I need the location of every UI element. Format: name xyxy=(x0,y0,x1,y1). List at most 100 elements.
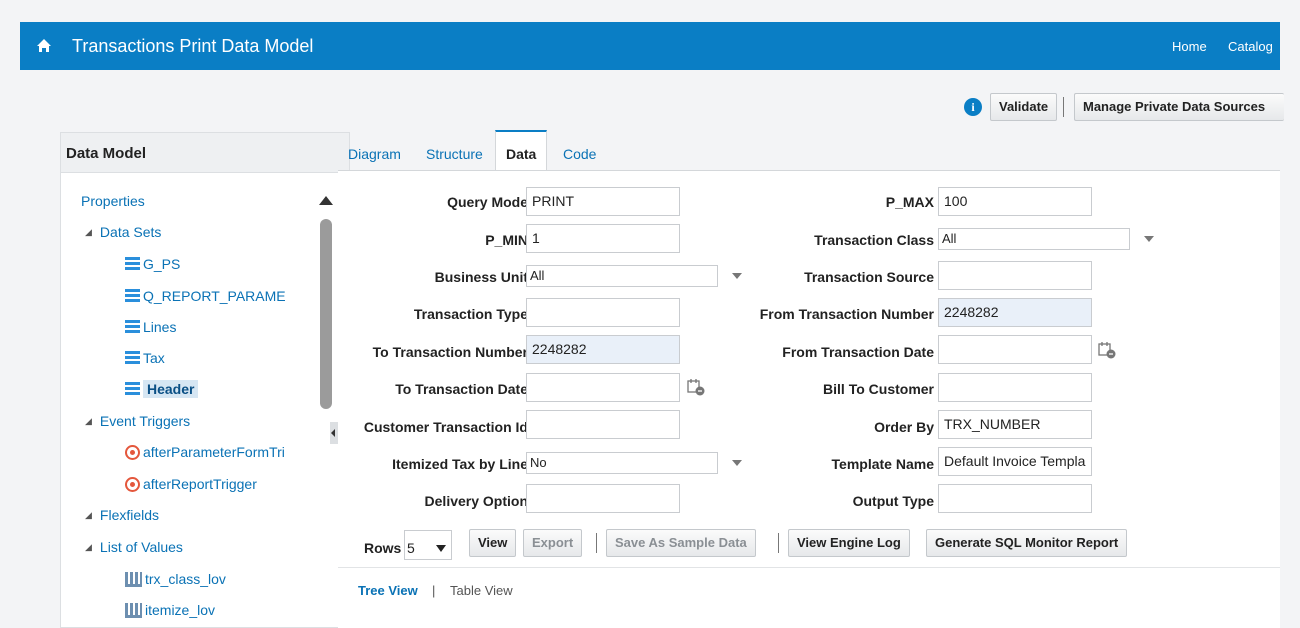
tab-data[interactable]: Data xyxy=(495,130,548,171)
calendar-icon[interactable] xyxy=(687,378,705,396)
p-min-input[interactable]: 1 xyxy=(526,224,680,253)
scrollbar-thumb[interactable] xyxy=(320,219,332,409)
tree-item-tax[interactable]: Tax xyxy=(125,350,165,366)
transaction-class-label: Transaction Class xyxy=(814,232,934,248)
tree-item-after-param-trigger[interactable]: afterParameterFormTri xyxy=(125,444,285,460)
to-transaction-date-label: To Transaction Date xyxy=(395,381,528,397)
tree-item-label: G_PS xyxy=(143,256,181,272)
business-unit-label: Business Unit xyxy=(434,269,528,285)
from-transaction-number-input[interactable]: 2248282 xyxy=(938,298,1092,327)
calendar-icon[interactable] xyxy=(1098,341,1116,359)
trigger-icon xyxy=(125,477,140,492)
p-max-label: P_MAX xyxy=(885,194,934,210)
business-unit-select[interactable]: All xyxy=(526,265,718,287)
tree-item-header[interactable]: Header xyxy=(125,380,199,398)
page-title: Transactions Print Data Model xyxy=(72,36,314,56)
lov-icon xyxy=(125,603,142,618)
save-sample-data-button[interactable]: Save As Sample Data xyxy=(606,529,756,557)
dataset-icon xyxy=(125,289,140,303)
tree-item-q-report-params[interactable]: Q_REPORT_PARAME xyxy=(125,288,286,304)
tree-item-label: trx_class_lov xyxy=(145,571,226,587)
tree-view-link[interactable]: Tree View xyxy=(358,583,418,598)
expand-triangle-icon[interactable]: ◢ xyxy=(85,510,92,521)
bill-to-customer-input[interactable] xyxy=(938,373,1092,402)
tree-item-label: Data Sets xyxy=(99,224,162,240)
nav-catalog-link[interactable]: Catalog xyxy=(1228,39,1273,54)
transaction-class-select[interactable]: All xyxy=(938,228,1130,250)
p-max-input[interactable]: 100 xyxy=(938,187,1092,216)
itemized-tax-select[interactable]: No xyxy=(526,452,718,474)
tree-item-label: Properties xyxy=(81,193,145,209)
action-separator xyxy=(778,533,779,553)
view-engine-log-button[interactable]: View Engine Log xyxy=(788,529,910,557)
rows-label: Rows xyxy=(364,540,402,556)
panel-splitter-collapse-icon[interactable] xyxy=(330,422,338,444)
dataset-icon xyxy=(125,257,140,271)
tree-item-trx-class-lov[interactable]: trx_class_lov xyxy=(125,571,226,587)
data-panel: Query Mode PRINT P_MIN 1 Business Unit A… xyxy=(338,170,1280,628)
tree-item-label: Tax xyxy=(143,350,165,366)
dataset-icon xyxy=(125,351,140,365)
table-view-link[interactable]: Table View xyxy=(450,583,513,598)
action-separator xyxy=(596,533,597,553)
from-transaction-date-input[interactable] xyxy=(938,335,1092,364)
output-type-label: Output Type xyxy=(852,493,934,509)
tree-item-label: Lines xyxy=(143,319,177,335)
template-name-label: Template Name xyxy=(831,456,934,472)
export-button[interactable]: Export xyxy=(523,529,583,557)
scroll-up-arrow-icon[interactable] xyxy=(319,196,333,205)
lov-icon xyxy=(125,572,142,587)
tree-item-data-sets[interactable]: ◢ Data Sets xyxy=(85,224,161,240)
view-separator: | xyxy=(432,583,436,598)
dropdown-arrow-icon[interactable] xyxy=(436,545,446,552)
tree-item-event-triggers[interactable]: ◢ Event Triggers xyxy=(85,413,190,429)
tree-item-properties[interactable]: Properties xyxy=(81,193,145,209)
tree-item-after-report-trigger[interactable]: afterReportTrigger xyxy=(125,476,257,492)
expand-triangle-icon[interactable]: ◢ xyxy=(85,416,92,427)
tree-item-label: Flexfields xyxy=(99,507,160,523)
tree-item-itemize-lov[interactable]: itemize_lov xyxy=(125,602,215,618)
dropdown-arrow-icon[interactable] xyxy=(732,273,742,279)
order-by-label: Order By xyxy=(874,419,934,435)
to-transaction-number-label: To Transaction Number xyxy=(372,344,528,360)
info-icon[interactable]: i xyxy=(964,98,982,116)
manage-data-sources-button[interactable]: Manage Private Data Sources xyxy=(1074,93,1284,121)
validate-button[interactable]: Validate xyxy=(990,93,1058,121)
tree-item-label: afterReportTrigger xyxy=(143,476,257,492)
tab-diagram[interactable]: Diagram xyxy=(348,146,401,162)
tree-item-label: Header xyxy=(143,380,199,398)
toolbar-separator xyxy=(1063,97,1064,117)
from-transaction-date-label: From Transaction Date xyxy=(782,344,934,360)
view-button[interactable]: View xyxy=(469,529,517,557)
transaction-type-input[interactable] xyxy=(526,298,680,327)
tree-item-g-ps[interactable]: G_PS xyxy=(125,256,180,272)
generate-sql-monitor-button[interactable]: Generate SQL Monitor Report xyxy=(926,529,1128,557)
tree-item-list-of-values[interactable]: ◢ List of Values xyxy=(85,539,183,555)
template-name-input[interactable]: Default Invoice Templa xyxy=(938,447,1092,476)
expand-triangle-icon[interactable]: ◢ xyxy=(85,542,92,553)
data-model-panel: Data Model Properties ◢ Data Sets G_PS Q_… xyxy=(60,132,350,628)
dropdown-arrow-icon[interactable] xyxy=(1144,236,1154,242)
nav-home-link[interactable]: Home xyxy=(1172,39,1207,54)
query-mode-label: Query Mode xyxy=(447,194,528,210)
transaction-source-label: Transaction Source xyxy=(804,269,934,285)
transaction-source-input[interactable] xyxy=(938,261,1092,290)
order-by-input[interactable]: TRX_NUMBER xyxy=(938,410,1092,439)
expand-triangle-icon[interactable]: ◢ xyxy=(85,227,92,238)
customer-transaction-id-label: Customer Transaction Id xyxy=(363,419,528,435)
tab-structure[interactable]: Structure xyxy=(426,146,483,162)
top-bar: Transactions Print Data Model Home Catal… xyxy=(20,22,1280,70)
query-mode-input[interactable]: PRINT xyxy=(526,187,680,216)
home-icon[interactable] xyxy=(36,38,52,54)
rows-value: 5 xyxy=(407,540,415,556)
to-transaction-number-input[interactable]: 2248282 xyxy=(526,335,680,364)
tree-item-lines[interactable]: Lines xyxy=(125,319,176,335)
bill-to-customer-label: Bill To Customer xyxy=(823,381,934,397)
tree-item-flexfields[interactable]: ◢ Flexfields xyxy=(85,507,159,523)
dropdown-arrow-icon[interactable] xyxy=(732,460,742,466)
to-transaction-date-input[interactable] xyxy=(526,373,680,402)
output-type-input[interactable] xyxy=(938,484,1092,513)
customer-transaction-id-input[interactable] xyxy=(526,410,680,439)
delivery-option-input[interactable] xyxy=(526,484,680,513)
tab-code[interactable]: Code xyxy=(563,146,596,162)
